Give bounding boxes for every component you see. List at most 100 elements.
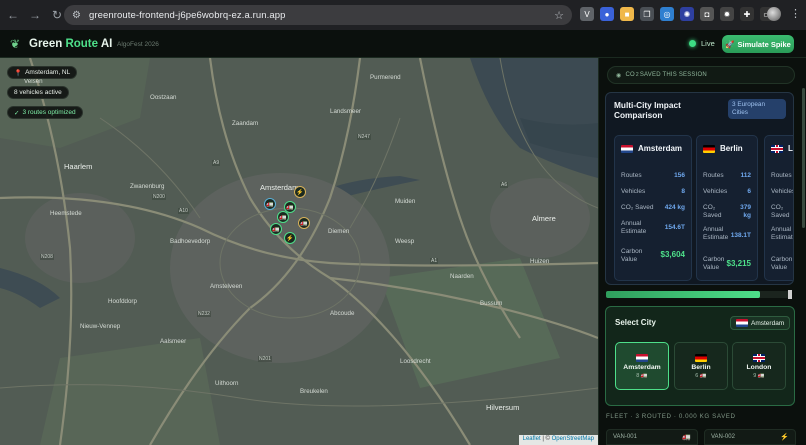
vehicle-marker[interactable]: 🚛 (277, 211, 289, 223)
co2-saved-value: 424 kg (664, 204, 685, 211)
road-label-n232: N232 (197, 311, 211, 317)
map-label-velsen: Velsen (24, 78, 43, 85)
map-label-aalsmeer: Aalsmeer (160, 338, 187, 345)
impact-scroll-progress[interactable] (606, 290, 792, 299)
uk-flag-icon (771, 144, 783, 153)
site-info-icon[interactable]: ⚙ (72, 10, 81, 21)
road-label-a1: A1 (430, 258, 439, 264)
vehicle-marker[interactable]: ⚡ (284, 232, 296, 244)
map-label-huizen: Huizen (530, 258, 550, 265)
vehicle-marker[interactable]: 🚛 (298, 217, 310, 229)
road-label-n201: N201 (258, 356, 272, 362)
co2-saved-label: CO₂ Saved (703, 204, 722, 219)
extension-gear-icon[interactable]: ✹ (720, 7, 734, 21)
fleet-heading: FLEET · 3 ROUTED · 0.000 KG SAVED (606, 413, 736, 420)
map-tiles (0, 58, 598, 445)
extension-globe-icon[interactable]: ◎ (660, 7, 674, 21)
carbon-value-value: $3,604 (660, 250, 685, 259)
truck-icon: 🚛 (682, 434, 691, 441)
vehicle-marker[interactable]: 🚛 (270, 223, 282, 235)
map-label-loosdrecht: Loosdrecht (400, 358, 431, 365)
van-card[interactable]: VAN-001 🚛 (606, 429, 698, 445)
extensions-puzzle-icon[interactable]: ✚ (740, 7, 754, 21)
map-label-zwanenburg: Zwanenburg (130, 183, 165, 190)
vehicle-marker[interactable]: ⚡ (294, 186, 306, 198)
van-id: VAN-002 (711, 434, 735, 440)
vehicles-chip-label: 8 vehicles active (14, 89, 62, 96)
leaflet-link[interactable]: Leaflet (523, 436, 541, 442)
panel-scrollbar[interactable] (802, 88, 805, 228)
map-label-oostzaan: Oostzaan (150, 94, 177, 101)
map-label-haarlem: Haarlem (64, 162, 93, 171)
vehicles-label: Vehicles (703, 188, 728, 195)
vehicles-value: 8 (681, 188, 685, 195)
city-option-count: 9 🚛 (753, 372, 765, 379)
live-status-dot (689, 40, 696, 47)
map-label-amsterdam: Amsterdam (260, 183, 299, 192)
profile-avatar[interactable] (767, 7, 781, 21)
road-label-n200: N200 (152, 194, 166, 200)
progress-fill (606, 291, 761, 298)
extension-translate-icon[interactable]: ● (600, 7, 614, 21)
simulate-spike-button[interactable]: 🚀 Simulate Spike (722, 35, 794, 53)
map-label-muiden: Muiden (395, 198, 416, 205)
address-bar[interactable]: ⚙ greenroute-frontend-j6pe6wobrq-ez.a.ru… (64, 5, 572, 25)
browser-menu-icon[interactable]: ⋮ (790, 7, 801, 20)
germany-flag-icon (695, 353, 707, 362)
city-option-london[interactable]: London 9 🚛 (732, 342, 786, 390)
brand-word-2: Route (65, 38, 99, 50)
attribution-separator: | © (542, 436, 550, 442)
netherlands-flag-icon (636, 353, 648, 362)
map-label-breukelen: Breukelen (300, 388, 328, 395)
map-label-heemstede: Heemstede (50, 210, 82, 217)
city-option-count: 8 🚛 (636, 372, 648, 379)
extension-v-icon[interactable]: V (580, 7, 594, 21)
simulate-spike-label: Simulate Spike (737, 39, 791, 49)
vehicles-chip: 8 vehicles active (7, 86, 69, 99)
city-option-name: London (746, 363, 772, 371)
bookmark-star-icon[interactable]: ☆ (554, 9, 564, 22)
app-header: ❦ Green Route AI AlgoFest 2026 Live 🚀 Si… (0, 30, 806, 58)
routes-label: Routes (621, 172, 642, 179)
map-label-hilversum: Hilversum (486, 403, 520, 412)
city-option-name: Berlin (691, 363, 711, 371)
arrow-right-icon[interactable]: → (26, 6, 44, 24)
city-option-count: 6 🚛 (695, 372, 707, 379)
vehicles-value: 6 (747, 188, 751, 195)
current-city-label: Amsterdam (751, 319, 785, 327)
annual-estimate-label: Annual Estimate (621, 220, 647, 235)
routes-chip: ✓ 3 routes optimized (7, 106, 83, 119)
bolt-icon: ⚡ (780, 434, 789, 441)
carbon-value-value: $3,215 (726, 259, 751, 268)
pin-icon: 📍 (14, 69, 23, 77)
extension-copy-icon[interactable]: ❐ (640, 7, 654, 21)
extension-notes-icon[interactable]: ■ (620, 7, 634, 21)
map-view[interactable]: Zaandam Oostzaan Landsmeer Purmerend Vel… (0, 58, 598, 445)
uk-flag-icon (753, 353, 765, 362)
city-heading: Berlin (703, 144, 743, 153)
map-label-almere: Almere (532, 214, 556, 223)
map-attribution: Leaflet | © OpenStreetMap (518, 435, 598, 445)
map-label-zaandam: Zaandam (232, 120, 259, 127)
osm-link[interactable]: OpenStreetMap (552, 436, 594, 442)
city-option-amsterdam[interactable]: Amsterdam 8 🚛 (615, 342, 669, 390)
vehicle-marker[interactable]: 🚛 (264, 198, 276, 210)
live-label: Live (701, 39, 715, 48)
arrow-left-icon[interactable]: ← (4, 6, 22, 24)
browser-toolbar: ← → ↻ ⚙ greenroute-frontend-j6pe6wobrq-e… (0, 0, 806, 30)
van-card[interactable]: VAN-002 ⚡ (704, 429, 796, 445)
extension-camera-icon[interactable]: ◘ (700, 7, 714, 21)
co2-saved-label: CO₂ Saved (621, 204, 654, 211)
rocket-icon: 🚀 (725, 39, 735, 49)
road-label-a6: A6 (500, 182, 509, 188)
impact-comparison-card: Multi-City Impact Comparison 3 European … (605, 92, 794, 285)
city-option-berlin[interactable]: Berlin 6 🚛 (674, 342, 728, 390)
map-label-bussum: Bussum (480, 300, 503, 307)
check-icon: ✓ (14, 109, 20, 117)
carbon-value-label: Carbon Value (771, 256, 793, 271)
city-column-london-partial: L Routes Vehicles CO₂ Saved Annual Estim… (764, 135, 793, 281)
extension-circle-icon[interactable]: ✺ (680, 7, 694, 21)
co2-saved-value: 379 kg (740, 204, 751, 219)
road-label-n208: N208 (40, 254, 54, 260)
vehicles-label: Vehicles (621, 188, 646, 195)
